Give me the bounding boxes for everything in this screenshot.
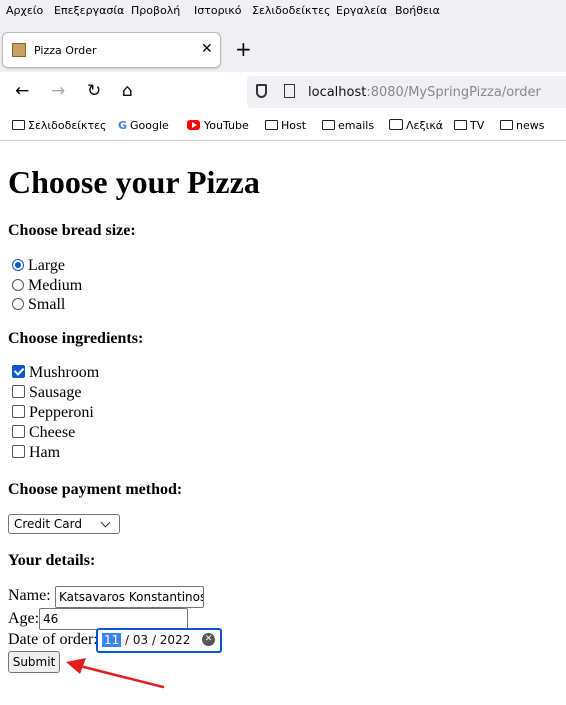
bookmark-youtube[interactable]: YouTube: [187, 119, 249, 132]
bookmark-emails[interactable]: emails: [322, 119, 374, 132]
bookmark-label: YouTube: [204, 119, 249, 132]
option-label: Mushroom: [29, 364, 100, 381]
bookmark-label: emails: [338, 119, 375, 132]
book-icon: [389, 119, 403, 130]
url-text[interactable]: localhost:8080/MySpringPizza/order: [308, 85, 541, 100]
annotation-arrow-icon: [66, 658, 165, 689]
payment-method-select[interactable]: Credit Card: [8, 514, 120, 534]
url-host: localhost: [308, 85, 367, 100]
reload-icon[interactable]: ↻: [87, 81, 101, 101]
bookmark-label: TV: [470, 119, 485, 132]
arrow-head: [66, 658, 86, 674]
payment-selected-value: Credit Card: [14, 517, 82, 531]
checkbox-checked[interactable]: [12, 365, 25, 378]
age-label: Age:: [8, 610, 40, 627]
close-tab-icon[interactable]: ✕: [201, 41, 213, 57]
option-label: Large: [28, 257, 66, 274]
page-info-icon[interactable]: [284, 84, 295, 98]
menu-edit[interactable]: Επεξεργασία: [54, 4, 124, 17]
ingredient-mushroom[interactable]: Mushroom: [12, 364, 99, 382]
ingredient-sausage[interactable]: Sausage: [12, 384, 81, 402]
checkbox[interactable]: [12, 425, 25, 438]
bread-option-medium[interactable]: Medium: [12, 277, 82, 295]
tab-pizza-order[interactable]: Pizza Order ✕: [2, 32, 221, 68]
payment-heading: Choose payment method:: [8, 481, 183, 498]
option-label: Pepperoni: [29, 404, 94, 421]
shield-icon[interactable]: [256, 84, 267, 98]
favicon-icon: [12, 43, 26, 57]
folder-icon: [500, 120, 513, 130]
bookmark-dictionaries[interactable]: Λεξικά: [389, 119, 443, 132]
url-path: :8080/MySpringPizza/order: [366, 85, 541, 100]
forward-icon[interactable]: →: [51, 81, 65, 101]
bookmark-tv[interactable]: TV: [454, 119, 484, 132]
url-bar[interactable]: localhost:8080/MySpringPizza/order: [247, 76, 566, 108]
bread-option-large[interactable]: Large: [12, 257, 65, 275]
name-label: Name:: [8, 587, 51, 604]
bread-size-heading: Choose bread size:: [8, 222, 136, 239]
new-tab-button[interactable]: +: [235, 37, 252, 61]
radio-button-checked[interactable]: [12, 259, 24, 271]
folder-icon: [454, 120, 467, 130]
home-icon[interactable]: ⌂: [122, 81, 133, 101]
name-field[interactable]: Katsavaros Konstantinos: [55, 586, 204, 608]
bookmark-label: Google: [130, 119, 169, 132]
age-field[interactable]: 46: [39, 608, 188, 630]
folder-icon: [265, 120, 278, 130]
menu-file[interactable]: Αρχείο: [6, 4, 43, 17]
option-label: Small: [28, 296, 66, 313]
ingredient-pepperoni[interactable]: Pepperoni: [12, 404, 94, 422]
back-icon[interactable]: ←: [15, 81, 29, 101]
page-title: Choose your Pizza: [8, 164, 260, 200]
date-month-year-segment[interactable]: / 03 / 2022: [125, 633, 190, 647]
bookmark-host[interactable]: Host: [265, 119, 306, 132]
date-label: Date of order:: [8, 631, 98, 648]
tab-title: Pizza Order: [34, 44, 97, 57]
radio-button[interactable]: [12, 298, 24, 310]
date-day-segment[interactable]: 11: [102, 633, 122, 647]
bookmark-label: Host: [281, 119, 307, 132]
clear-date-icon[interactable]: ✕: [202, 633, 215, 646]
chevron-down-icon: [100, 517, 111, 528]
date-of-order-field[interactable]: 11 / 03 / 2022 ✕: [96, 628, 222, 653]
option-label: Sausage: [29, 384, 82, 401]
bookmark-google[interactable]: G Google: [118, 119, 169, 132]
radio-button[interactable]: [12, 279, 24, 291]
bookmark-label: news: [516, 119, 545, 132]
menu-view[interactable]: Προβολή: [131, 4, 180, 17]
menu-bookmarks[interactable]: Σελιδοδείκτες: [252, 4, 331, 17]
option-label: Ham: [29, 444, 61, 461]
bread-option-small[interactable]: Small: [12, 296, 65, 314]
tab-strip: Pizza Order ✕ +: [0, 22, 566, 72]
details-heading: Your details:: [8, 552, 96, 569]
folder-icon: [322, 120, 335, 130]
bookmark-news[interactable]: news: [500, 119, 544, 132]
bookmark-label: Σελιδοδείκτες: [28, 119, 107, 132]
checkbox[interactable]: [12, 445, 25, 458]
arrow-shaft: [74, 663, 165, 689]
ingredient-cheese[interactable]: Cheese: [12, 424, 75, 442]
checkbox[interactable]: [12, 405, 25, 418]
folder-icon: [12, 120, 25, 130]
checkbox[interactable]: [12, 385, 25, 398]
bookmark-bookmarks[interactable]: Σελιδοδείκτες: [12, 119, 107, 132]
navigation-bar: ← → ↻ ⌂ localhost:8080/MySpringPizza/ord…: [0, 72, 566, 112]
google-icon: G: [118, 119, 128, 132]
menu-bar: Αρχείο Επεξεργασία Προβολή Ιστορικό Σελι…: [0, 0, 566, 22]
bookmarks-toolbar: Σελιδοδείκτες G Google YouTube Host email…: [0, 112, 566, 141]
ingredients-heading: Choose ingredients:: [8, 330, 144, 347]
ingredient-ham[interactable]: Ham: [12, 444, 60, 462]
option-label: Medium: [28, 277, 83, 294]
menu-help[interactable]: Βοήθεια: [395, 4, 440, 17]
youtube-icon: [187, 120, 200, 130]
menu-history[interactable]: Ιστορικό: [194, 4, 242, 17]
menu-tools[interactable]: Εργαλεία: [336, 4, 387, 17]
bookmark-label: Λεξικά: [406, 119, 444, 132]
option-label: Cheese: [29, 424, 76, 441]
submit-button[interactable]: Submit: [8, 651, 60, 673]
